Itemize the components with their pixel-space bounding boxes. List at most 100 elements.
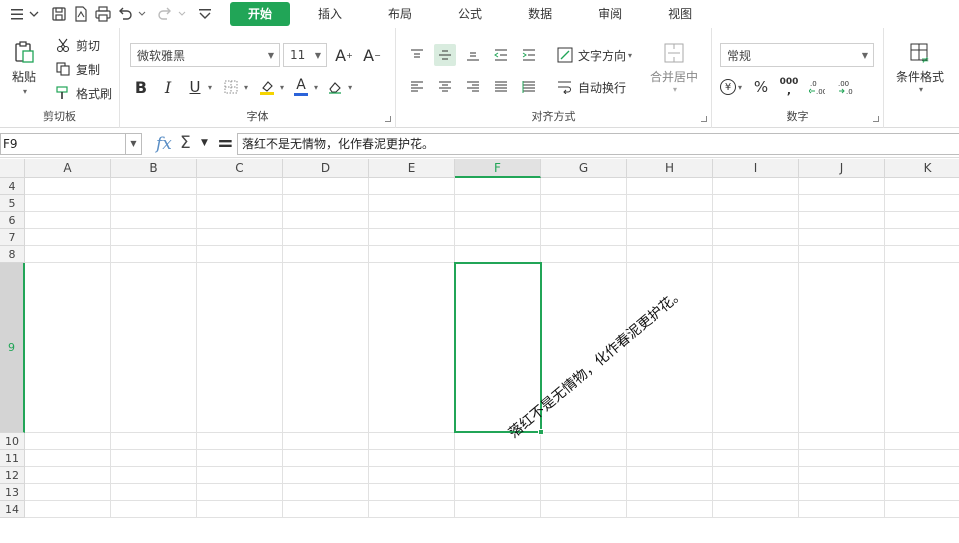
row-header[interactable]: 12 (0, 467, 25, 484)
autosum-icon[interactable]: Σ (180, 133, 191, 153)
alignment-dialog-launcher-icon[interactable] (701, 116, 707, 122)
insert-function-icon[interactable]: fx (156, 134, 172, 154)
decrease-font-size-icon[interactable]: A − (361, 44, 383, 66)
font-family-select[interactable]: 微软雅黑 ▼ (130, 43, 280, 67)
name-box-dropdown-icon[interactable]: ▼ (125, 134, 141, 154)
font-group: 微软雅黑 ▼ 11 ▼ A + A − B I U ▾ ▾ ▾ A ▾ ▾ 字体 (120, 28, 396, 128)
distributed-align-icon[interactable] (518, 76, 540, 98)
formula-equals-icon[interactable]: = (217, 131, 234, 155)
select-all-corner[interactable] (0, 159, 25, 178)
tab-data[interactable]: 数据 (510, 2, 570, 26)
column-header[interactable]: A (25, 159, 111, 178)
conditional-format-button[interactable]: ≠ 条件格式 ▾ (892, 42, 948, 94)
column-header[interactable]: J (799, 159, 885, 178)
align-top-icon[interactable] (406, 44, 428, 66)
export-pdf-icon[interactable] (70, 3, 92, 25)
save-icon[interactable] (48, 3, 70, 25)
spreadsheet-grid[interactable]: A B C D E F G H I J K 4 5 6 7 8 9 10 11 12 13 14 落红不是无情物，化作春泥更… (0, 159, 959, 543)
increase-decimal-icon[interactable]: .0.00 (806, 76, 828, 98)
column-header[interactable]: K (885, 159, 959, 178)
undo-dropdown-icon[interactable] (136, 3, 148, 25)
increase-indent-icon[interactable] (518, 44, 540, 66)
undo-icon[interactable] (114, 3, 136, 25)
row-header[interactable]: 5 (0, 195, 25, 212)
align-center-icon[interactable] (434, 76, 456, 98)
column-header[interactable]: H (627, 159, 713, 178)
column-gridline (798, 178, 799, 518)
font-dialog-launcher-icon[interactable] (385, 116, 391, 122)
redo-icon[interactable] (154, 3, 176, 25)
border-dropdown-icon[interactable]: ▾ (244, 83, 248, 92)
number-dialog-launcher-icon[interactable] (873, 116, 879, 122)
decrease-decimal-icon[interactable]: .00.0 (834, 76, 856, 98)
italic-button[interactable]: I (157, 76, 179, 98)
row-header[interactable]: 10 (0, 433, 25, 450)
increase-font-size-icon[interactable]: A + (333, 44, 355, 66)
bold-button[interactable]: B (130, 76, 152, 98)
font-size-select[interactable]: 11 ▼ (283, 43, 327, 67)
text-direction-button[interactable]: 文字方向 ▾ (554, 44, 632, 66)
tab-home[interactable]: 开始 (230, 2, 291, 26)
tab-formulas[interactable]: 公式 (440, 2, 500, 26)
underline-button[interactable]: U (184, 76, 206, 98)
align-middle-icon[interactable] (434, 44, 456, 66)
merge-center-button[interactable]: 合并居中 ▾ (648, 42, 700, 94)
column-header[interactable]: E (369, 159, 455, 178)
print-icon[interactable] (92, 3, 114, 25)
clear-format-dropdown-icon[interactable]: ▾ (348, 83, 352, 92)
row-header[interactable]: 6 (0, 212, 25, 229)
underline-dropdown-icon[interactable]: ▾ (208, 83, 212, 92)
svg-text:.00: .00 (816, 88, 825, 95)
font-color-dropdown-icon[interactable]: ▾ (314, 83, 318, 92)
fill-color-dropdown-icon[interactable]: ▾ (280, 83, 284, 92)
row-header[interactable]: 8 (0, 246, 25, 263)
format-painter-button[interactable]: 格式刷 (52, 82, 112, 104)
column-header[interactable]: B (111, 159, 197, 178)
column-header[interactable]: F (455, 159, 541, 178)
percent-button[interactable]: % (750, 76, 772, 98)
cut-button[interactable]: 剪切 (52, 34, 100, 56)
font-color-button[interactable]: A (290, 76, 312, 98)
wrap-text-button[interactable]: 自动换行 (554, 76, 626, 98)
tab-insert[interactable]: 插入 (300, 2, 360, 26)
column-header[interactable]: C (197, 159, 283, 178)
tab-review[interactable]: 审阅 (580, 2, 640, 26)
formula-input[interactable]: 落红不是无情物，化作春泥更护花。 (237, 133, 959, 155)
align-left-icon[interactable] (406, 76, 428, 98)
redo-dropdown-icon[interactable] (176, 3, 188, 25)
chevron-down-icon[interactable] (28, 3, 40, 25)
row-header[interactable]: 13 (0, 484, 25, 501)
customize-toolbar-icon[interactable] (194, 3, 216, 25)
currency-dropdown-icon[interactable]: ▾ (738, 83, 742, 92)
row-header[interactable]: 11 (0, 450, 25, 467)
number-format-select[interactable]: 常规 ▼ (720, 43, 874, 67)
font-color-letter: A (296, 77, 306, 93)
row-header[interactable]: 7 (0, 229, 25, 246)
row-header[interactable]: 4 (0, 178, 25, 195)
thousands-separator-button[interactable]: 000 , (778, 76, 800, 98)
paste-dropdown-icon[interactable]: ▾ (10, 87, 40, 96)
row-header[interactable]: 9 (0, 263, 25, 433)
currency-button[interactable]: ¥ (720, 79, 736, 95)
clear-format-icon[interactable] (324, 76, 346, 98)
hamburger-menu-icon[interactable] (6, 3, 28, 25)
copy-button[interactable]: 复制 (52, 58, 100, 80)
justify-icon[interactable] (490, 76, 512, 98)
column-header[interactable]: I (713, 159, 799, 178)
name-box[interactable]: F9 ▼ (0, 133, 142, 155)
row-gridline (25, 194, 959, 195)
paste-button[interactable]: 粘贴 ▾ (8, 40, 40, 96)
tab-view[interactable]: 视图 (650, 2, 710, 26)
align-right-icon[interactable] (462, 76, 484, 98)
conditional-format-icon: ≠ (892, 42, 948, 66)
tab-layout[interactable]: 布局 (370, 2, 430, 26)
decrease-indent-icon[interactable] (490, 44, 512, 66)
border-icon[interactable] (220, 76, 242, 98)
align-bottom-icon[interactable] (462, 44, 484, 66)
fill-color-icon[interactable] (256, 76, 278, 98)
row-header[interactable]: 14 (0, 501, 25, 518)
column-header[interactable]: D (283, 159, 369, 178)
autosum-dropdown-icon[interactable]: ▼ (201, 138, 208, 148)
fill-handle[interactable] (538, 429, 544, 435)
column-header[interactable]: G (541, 159, 627, 178)
